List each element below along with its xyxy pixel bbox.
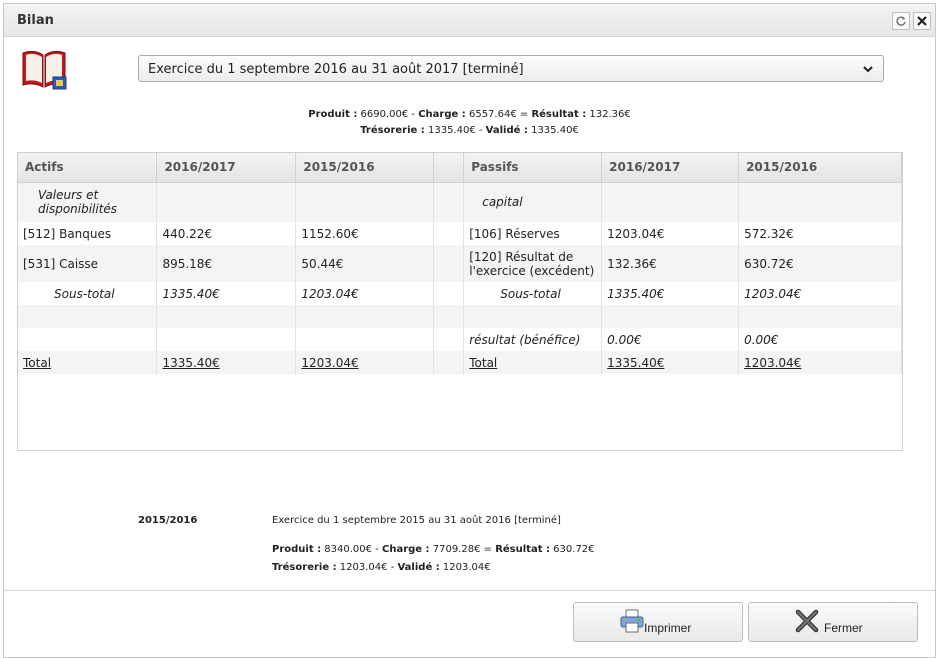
chevron-down-icon [863,66,873,73]
table-cell: 1203.04€ [295,282,435,305]
close-button-label: Fermer [824,621,863,635]
table-cell: 1335.40€ [156,351,297,374]
table-cell: [106] Réserves [463,222,603,245]
table-cell: 1335.40€ [601,282,740,305]
refresh-icon [896,16,906,26]
table-row: [531] Caisse 895.18€ 50.44€ [120] Résult… [18,245,902,282]
cross-icon [795,609,819,633]
bilan-dialog: Bilan Exercice du 1 septembre 2016 au 31… [3,3,936,658]
table-cell [433,222,465,245]
book-icon [22,50,67,90]
table-cell: 1335.40€ [601,351,740,374]
previous-exercise-label: Exercice du 1 septembre 2015 au 31 août … [272,515,561,526]
table-cell: 1203.04€ [738,351,902,374]
header-actifs-2016-2017[interactable]: 2016/2017 [156,153,297,183]
table-row: Sous-total 1335.40€ 1203.04€ Sous-total … [18,282,902,305]
table-cell [738,182,902,222]
table-cell [156,305,297,328]
header-actifs-2015-2016[interactable]: 2015/2016 [295,153,435,183]
table-row: [512] Banques 440.22€ 1152.60€ [106] Rés… [18,222,902,245]
table-cell [433,305,465,328]
dialog-title: Bilan [17,13,54,28]
table-cell: 1335.40€ [156,282,297,305]
table-cell [738,305,902,328]
print-button[interactable]: Imprimer [573,602,743,642]
previous-year-label: 2015/2016 [138,515,198,526]
footer-divider [4,590,935,591]
table-cell [156,328,297,351]
summary-line-2: Trésorerie : 1335.40€ - Validé : 1335.40… [360,125,579,136]
table-cell: 1152.60€ [295,222,435,245]
header-passifs[interactable]: Passifs [463,153,603,183]
table-cell: 0.00€ [738,328,902,351]
table-cell [601,182,740,222]
table-cell [156,182,297,222]
print-button-label: Imprimer [644,621,692,635]
table-cell: Sous-total [463,282,603,305]
table-cell: 1203.04€ [601,222,740,245]
table-cell [295,182,435,222]
table-cell: 630.72€ [738,245,902,282]
exercise-select[interactable]: Exercice du 1 septembre 2016 au 31 août … [138,55,884,82]
bilan-panel: Actifs 2016/2017 2015/2016 Passifs 2016/… [17,152,903,451]
bilan-table: Actifs 2016/2017 2015/2016 Passifs 2016/… [18,153,902,374]
table-cell: Valeurs et disponibilités [18,182,158,222]
table-cell: 440.22€ [156,222,297,245]
header-actifs[interactable]: Actifs [18,153,158,183]
table-row: Valeurs et disponibilités capital [18,182,902,222]
previous-summary-line-2: Trésorerie : 1203.04€ - Validé : 1203.04… [272,562,491,573]
table-cell [433,245,465,282]
table-cell: capital [463,182,603,222]
table-cell: 50.44€ [295,245,435,282]
refresh-button[interactable] [892,12,910,30]
header-passifs-2016-2017[interactable]: 2016/2017 [601,153,740,183]
table-row: résultat (bénéfice) 0.00€ 0.00€ [18,328,902,351]
table-cell [433,182,465,222]
table-cell: [512] Banques [18,222,158,245]
table-cell [601,305,740,328]
table-cell: [120] Résultat de l'exercice (excédent) [463,245,603,282]
summary-line-1: Produit : 6690.00€ - Charge : 6557.64€ =… [308,109,631,120]
table-cell: 1203.04€ [738,282,902,305]
table-cell [433,282,465,305]
close-window-button[interactable] [913,12,931,30]
table-cell: Total [463,351,603,374]
table-cell [463,305,603,328]
table-cell [433,328,465,351]
table-cell: 0.00€ [601,328,740,351]
table-header-row: Actifs 2016/2017 2015/2016 Passifs 2016/… [18,153,902,183]
table-cell: 132.36€ [601,245,740,282]
table-cell [433,351,465,374]
close-button[interactable]: Fermer [748,602,918,642]
table-cell: [531] Caisse [18,245,158,282]
table-cell: résultat (bénéfice) [463,328,603,351]
table-cell [18,305,158,328]
table-row: Total 1335.40€ 1203.04€ Total 1335.40€ 1… [18,351,902,374]
close-icon [917,16,927,26]
table-cell: Total [18,351,158,374]
dialog-titlebar[interactable]: Bilan [4,4,935,37]
table-cell [295,328,435,351]
table-cell [18,328,158,351]
printer-icon [620,609,644,633]
table-cell: 1203.04€ [295,351,435,374]
exercise-select-value: Exercice du 1 septembre 2016 au 31 août … [148,62,524,77]
previous-summary-line-1: Produit : 8340.00€ - Charge : 7709.28€ =… [272,544,595,555]
table-row [18,305,902,328]
header-spacer [433,153,465,183]
table-cell: 895.18€ [156,245,297,282]
table-cell [295,305,435,328]
header-passifs-2015-2016[interactable]: 2015/2016 [738,153,902,183]
table-cell: Sous-total [18,282,158,305]
table-cell: 572.32€ [738,222,902,245]
